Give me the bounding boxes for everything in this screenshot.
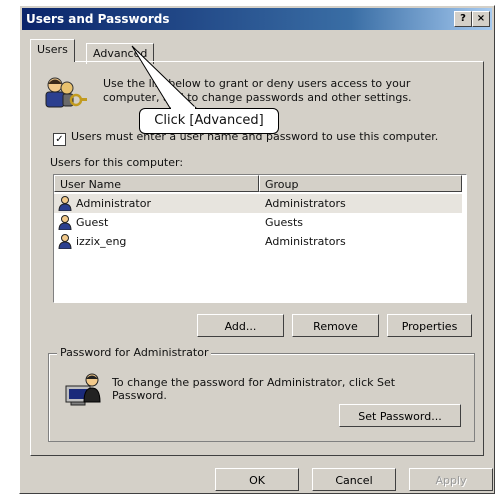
list-row-izzix-eng[interactable]: izzix_eng Administrators	[54, 232, 462, 251]
password-instruction-text: To change the password for Administrator…	[112, 376, 396, 402]
group-cell: Administrators	[265, 235, 346, 248]
set-password-button[interactable]: Set Password...	[339, 404, 461, 427]
list-row-administrator[interactable]: Administrator Administrators	[54, 194, 462, 213]
password-groupbox-label: Password for Administrator	[57, 346, 212, 359]
user-name-cell: Administrator	[76, 197, 151, 210]
help-button[interactable]: ?	[454, 11, 472, 27]
column-header-user-name[interactable]: User Name	[54, 175, 259, 192]
user-icon	[58, 234, 72, 255]
apply-button: Apply	[409, 468, 493, 491]
column-header-group[interactable]: Group	[259, 175, 462, 192]
add-button[interactable]: Add...	[197, 314, 284, 337]
users-list[interactable]: User Name Group Administrator Administra…	[53, 174, 467, 303]
group-cell: Administrators	[265, 197, 346, 210]
admin-computer-icon	[65, 372, 105, 409]
remove-button[interactable]: Remove	[292, 314, 379, 337]
group-cell: Guests	[265, 216, 304, 229]
users-and-passwords-dialog: Users and Passwords ? × Users Advanced U…	[19, 5, 495, 494]
users-list-label: Users for this computer:	[50, 156, 184, 169]
callout-pointer	[131, 45, 198, 110]
close-button[interactable]: ×	[472, 11, 490, 27]
user-name-cell: Guest	[76, 216, 109, 229]
list-row-guest[interactable]: Guest Guests	[54, 213, 462, 232]
must-login-checkbox[interactable]: ✓	[53, 133, 66, 146]
cancel-button[interactable]: Cancel	[312, 468, 396, 491]
user-name-cell: izzix_eng	[76, 235, 127, 248]
properties-button[interactable]: Properties	[387, 314, 472, 337]
ok-button[interactable]: OK	[215, 468, 299, 491]
